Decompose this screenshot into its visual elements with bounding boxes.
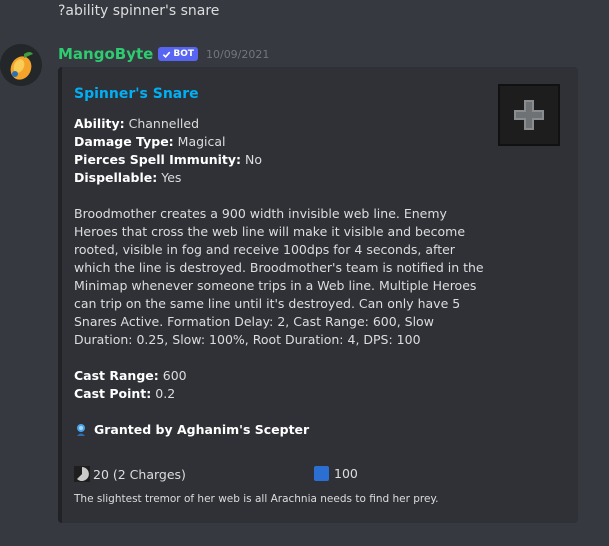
- field-dispellable: Dispellable: Yes: [74, 169, 484, 187]
- mana-icon: [314, 466, 329, 481]
- scepter-line: Granted by Aghanim's Scepter: [74, 421, 484, 439]
- stat-value: 0.2: [155, 386, 176, 401]
- scepter-text: Granted by Aghanim's Scepter: [94, 422, 310, 437]
- ability-thumbnail[interactable]: [498, 84, 560, 146]
- aghanims-scepter-icon: [77, 424, 85, 436]
- message-header: MangoByte BOT 10/09/2021: [58, 44, 269, 64]
- cooldown-text: 20 (2 Charges): [93, 466, 186, 482]
- field-label: Ability:: [74, 116, 125, 131]
- embed-description: Broodmother creates a 900 width invisibl…: [74, 206, 484, 347]
- field-value: No: [245, 152, 263, 167]
- stat-cast-point: Cast Point: 0.2: [74, 385, 484, 403]
- field-label: Pierces Spell Immunity:: [74, 152, 242, 167]
- embed-footer-lore: The slightest tremor of her web is all A…: [74, 493, 439, 505]
- embed-card: Spinner's Snare Ability: Channelled Dama…: [58, 67, 578, 523]
- avatar[interactable]: [0, 44, 42, 86]
- mana-cost: 100: [314, 466, 358, 481]
- username[interactable]: MangoByte: [58, 45, 153, 63]
- field-ability: Ability: Channelled: [74, 115, 484, 133]
- previous-message: ?ability spinner's snare: [58, 3, 220, 19]
- timestamp[interactable]: 10/09/2021: [206, 48, 269, 61]
- field-label: Damage Type:: [74, 134, 174, 149]
- field-damage-type: Damage Type: Magical: [74, 133, 484, 151]
- field-value: Magical: [177, 134, 226, 149]
- embed-content: Spinner's Snare Ability: Channelled Dama…: [74, 85, 484, 439]
- field-label: Dispellable:: [74, 170, 158, 185]
- cooldown: 20 (2 Charges): [74, 466, 186, 482]
- cooldown-icon: [74, 466, 90, 482]
- stat-label: Cast Range:: [74, 368, 159, 383]
- mango-avatar-icon: [0, 44, 42, 86]
- stat-value: 600: [162, 368, 187, 383]
- bot-tag-label: BOT: [173, 49, 194, 59]
- embed-color-bar: [58, 67, 62, 523]
- bot-badge: BOT: [158, 47, 198, 61]
- cost-row: 20 (2 Charges) 100: [74, 466, 554, 484]
- embed-title[interactable]: Spinner's Snare: [74, 85, 484, 103]
- field-value: Yes: [161, 170, 182, 185]
- stat-label: Cast Point:: [74, 386, 152, 401]
- embed-stats: Cast Range: 600 Cast Point: 0.2: [74, 367, 484, 403]
- field-pierces-spell-immunity: Pierces Spell Immunity: No: [74, 151, 484, 169]
- cross-icon: [514, 100, 544, 130]
- stat-cast-range: Cast Range: 600: [74, 367, 484, 385]
- field-value: Channelled: [128, 116, 200, 131]
- checkmark-icon: [163, 51, 171, 58]
- mana-text: 100: [334, 466, 358, 481]
